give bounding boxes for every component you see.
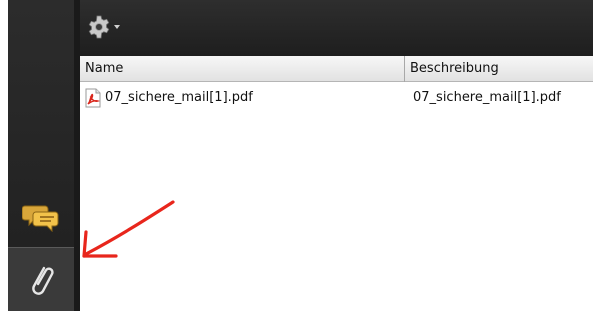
table-row[interactable]: 07_sichere_mail[1].pdf 07_sichere_mail[1… bbox=[80, 84, 593, 112]
attachment-name: 07_sichere_mail[1].pdf bbox=[105, 90, 253, 105]
options-menu-button[interactable] bbox=[86, 12, 130, 42]
pdf-file-icon bbox=[85, 88, 101, 108]
gear-icon bbox=[88, 15, 110, 39]
red-arrow-annotation bbox=[82, 200, 175, 258]
attachment-description: 07_sichere_mail[1].pdf bbox=[413, 90, 561, 105]
outer-margin bbox=[0, 0, 8, 311]
paperclip-icon bbox=[32, 266, 54, 295]
attachments-panel-window: Name Beschreibung 07_sichere_mail[1].pdf… bbox=[0, 0, 593, 311]
chevron-down-icon bbox=[114, 25, 120, 29]
table-header: Name Beschreibung bbox=[80, 56, 593, 82]
column-header-name[interactable]: Name bbox=[80, 56, 405, 82]
comments-icon bbox=[22, 205, 59, 232]
attachment-name-cell: 07_sichere_mail[1].pdf bbox=[84, 84, 404, 112]
attachments-panel-button[interactable] bbox=[8, 248, 74, 311]
comments-panel-button[interactable] bbox=[8, 188, 74, 246]
attachments-toolbar bbox=[80, 0, 593, 56]
column-header-description[interactable]: Beschreibung bbox=[405, 56, 593, 82]
